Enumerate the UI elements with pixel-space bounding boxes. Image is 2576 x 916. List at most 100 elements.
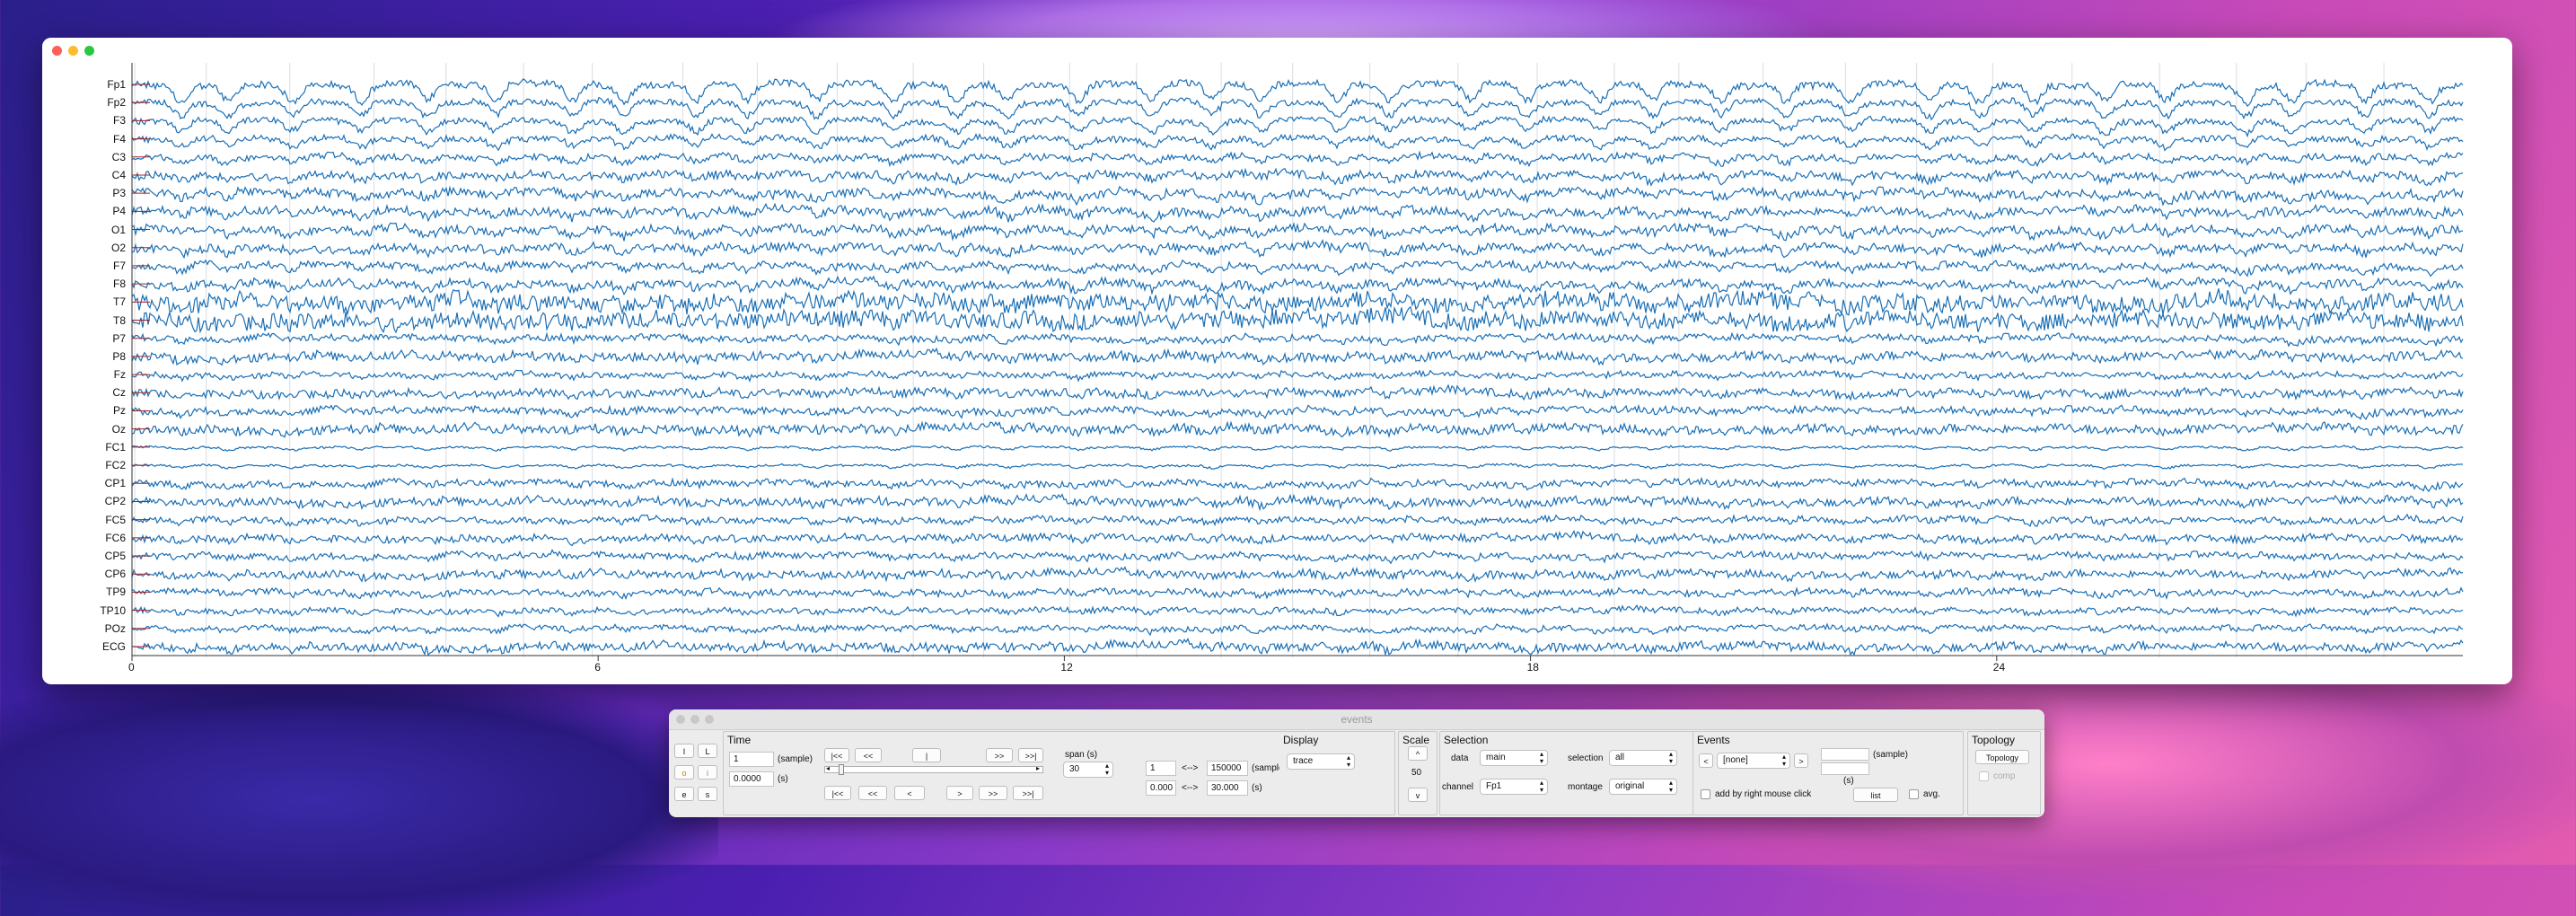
sample-unit-label: (sample) <box>778 754 813 764</box>
next-page-button[interactable]: >> <box>986 748 1013 762</box>
avg-checkbox[interactable] <box>1909 789 1919 799</box>
last-button[interactable]: >>| <box>1018 748 1043 762</box>
time-slider[interactable] <box>824 766 1043 773</box>
montage-select[interactable]: original ▴ ▾ <box>1609 779 1677 795</box>
eeg-trace-p4 <box>131 202 2464 224</box>
mode-o-button[interactable]: o <box>674 765 694 779</box>
mode-e-button[interactable]: e <box>674 787 694 801</box>
channel-label-tp9: TP9 <box>105 586 126 599</box>
range-start-seconds-input[interactable]: 0.000 <box>1146 780 1176 796</box>
comp-checkbox[interactable] <box>1979 771 1989 781</box>
channel-label-cp2: CP2 <box>104 495 126 508</box>
selection-value: all <box>1615 753 1625 762</box>
channel-label-t7: T7 <box>112 295 126 309</box>
events-control-window: events I L o i e s Time 1 (sample) 0.000… <box>669 709 2044 817</box>
event-sample-input[interactable] <box>1821 748 1869 761</box>
range-arrow-label: <--> <box>1182 763 1199 773</box>
time-slider-thumb[interactable] <box>839 764 844 775</box>
event-seconds-input[interactable] <box>1821 762 1869 775</box>
first-step-button[interactable]: |<< <box>824 786 851 800</box>
center-button[interactable]: | <box>912 748 941 762</box>
selection-panel-title: Selection <box>1444 734 1489 746</box>
montage-value: original <box>1615 781 1645 791</box>
eeg-trace-svg[interactable] <box>42 38 2512 684</box>
channel-label-oz: Oz <box>111 422 126 436</box>
eeg-plot-area[interactable]: Fp1 Fp2 F3 F4 C3 C4 P3 P4 O1 O2 F7 F8 T7 T8 P7 P8 Fz Cz Pz… <box>42 38 2512 684</box>
channel-label-cp1: CP1 <box>104 477 126 490</box>
channel-label-p3: P3 <box>112 187 126 200</box>
channel-label-fc5: FC5 <box>105 513 126 526</box>
display-mode-select[interactable]: trace ▴ ▾ <box>1287 753 1355 770</box>
range-end-seconds-input[interactable]: 30.000 <box>1207 780 1248 796</box>
data-select[interactable]: main ▴ ▾ <box>1480 750 1548 766</box>
scale-up-button[interactable]: ^ <box>1408 746 1428 761</box>
channel-label-f3: F3 <box>112 114 126 128</box>
mode-l-button[interactable]: L <box>698 744 717 758</box>
channel-label-p8: P8 <box>112 349 126 363</box>
events-titlebar[interactable]: events <box>669 709 2044 730</box>
eeg-trace-cp1 <box>131 476 2464 493</box>
seconds-input[interactable]: 0.0000 <box>729 771 774 787</box>
eeg-trace-pz <box>131 403 2464 420</box>
mode-i2-button[interactable]: i <box>698 765 717 779</box>
range-start-sample-input[interactable]: 1 <box>1146 761 1176 776</box>
eeg-trace-fc5 <box>131 513 2464 528</box>
channel-label-o1: O1 <box>110 223 126 236</box>
eeg-trace-o2 <box>131 238 2464 260</box>
display-panel: Display trace ▴ ▾ <box>1279 731 1395 815</box>
selection-select[interactable]: all ▴ ▾ <box>1609 750 1677 766</box>
range-end-sample-input[interactable]: 150000 <box>1207 761 1248 776</box>
span-select[interactable]: 30 ▴ ▾ <box>1063 762 1113 778</box>
slider-right-arrow[interactable]: ▸ <box>1036 764 1040 772</box>
data-label: data <box>1451 753 1469 763</box>
add-by-click-checkbox[interactable] <box>1701 789 1710 799</box>
mode-i-button[interactable]: I <box>674 744 694 758</box>
scale-panel-title: Scale <box>1402 734 1430 746</box>
selection-label: selection <box>1568 753 1604 763</box>
add-by-click-label: add by right mouse click <box>1715 789 1812 799</box>
next-step-button[interactable]: >> <box>979 786 1007 800</box>
eeg-plot-window: Fp1 Fp2 F3 F4 C3 C4 P3 P4 O1 O2 F7 F8 T7 T8 P7 P8 Fz Cz Pz… <box>42 38 2512 684</box>
last-step-button[interactable]: >>| <box>1013 786 1043 800</box>
channel-label-p7: P7 <box>112 331 126 345</box>
display-panel-title: Display <box>1283 734 1319 746</box>
eeg-trace-p7 <box>131 331 2464 348</box>
channel-label-t8: T8 <box>112 313 126 327</box>
prev-button[interactable]: < <box>894 786 925 800</box>
prev-step-button[interactable]: << <box>858 786 887 800</box>
scale-down-button[interactable]: v <box>1408 788 1428 802</box>
range-arrow-label: <--> <box>1182 783 1199 793</box>
topology-button[interactable]: Topology <box>1975 750 2029 764</box>
next-event-button[interactable]: > <box>1794 753 1808 768</box>
eeg-trace-fp1 <box>131 77 2464 108</box>
updown-icon: ▴ ▾ <box>1668 779 1673 794</box>
updown-icon: ▴ ▾ <box>1781 753 1786 768</box>
mode-s-button[interactable]: s <box>698 787 717 801</box>
list-events-button[interactable]: list <box>1853 788 1898 802</box>
updown-icon: ▴ ▾ <box>1668 750 1673 765</box>
display-mode-value: trace <box>1293 756 1314 766</box>
channel-label-ecg: ECG <box>101 640 126 653</box>
channel-label-cz: Cz <box>112 386 126 400</box>
channel-label: channel <box>1442 782 1474 792</box>
eeg-trace-f4 <box>131 133 2464 152</box>
prev-event-button[interactable]: < <box>1699 753 1713 768</box>
range-seconds-unit: (s) <box>1252 783 1262 793</box>
event-type-select[interactable]: [none] ▴ ▾ <box>1717 753 1790 769</box>
eeg-trace-p3 <box>131 185 2464 207</box>
channel-label-f7: F7 <box>112 259 126 272</box>
event-type-value: [none] <box>1723 755 1748 765</box>
sample-input[interactable]: 1 <box>729 752 774 767</box>
channel-label-fc2: FC2 <box>105 459 126 472</box>
prev-page-button[interactable]: << <box>855 748 882 762</box>
channel-select[interactable]: Fp1 ▴ ▾ <box>1480 779 1548 795</box>
eeg-trace-f7 <box>131 258 2464 277</box>
events-window-title: events <box>1341 713 1373 726</box>
next-button[interactable]: > <box>946 786 973 800</box>
slider-left-arrow[interactable]: ◂ <box>826 764 830 772</box>
scale-value: 50 <box>1411 768 1422 778</box>
eeg-trace-poz <box>131 622 2464 637</box>
first-button[interactable]: |<< <box>824 748 849 762</box>
eeg-trace-cp6 <box>131 566 2464 583</box>
event-seconds-unit: (s) <box>1843 776 1854 786</box>
